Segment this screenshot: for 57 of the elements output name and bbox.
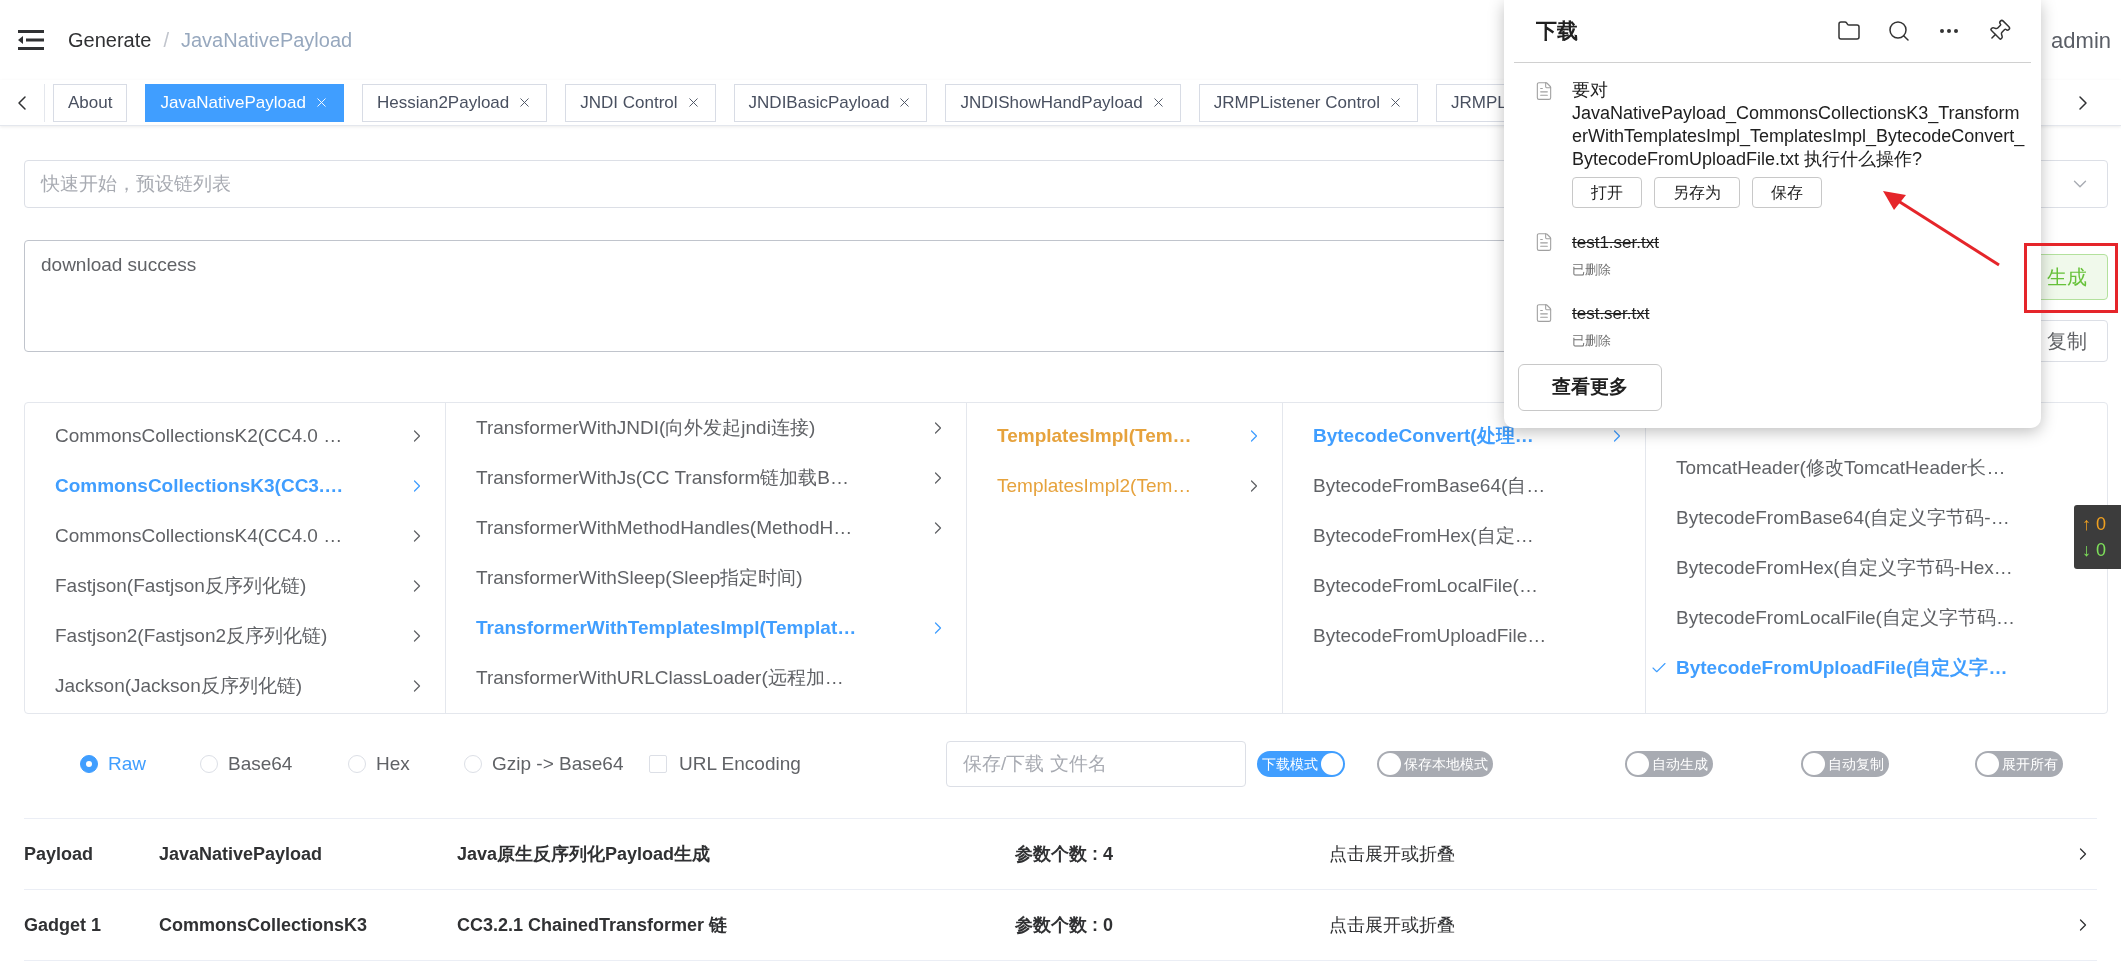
table-cell-text: Payload <box>24 842 95 866</box>
cascader-option[interactable]: TomcatHeader(修改TomcatHeader长… <box>1646 443 2066 493</box>
see-more-button[interactable]: 查看更多 <box>1518 364 1662 411</box>
url-encoding-checkbox[interactable]: URL Encoding <box>649 749 809 779</box>
cascader-option[interactable]: TransformerWithSleep(Sleep指定时间) <box>446 553 966 603</box>
cascader-option[interactable]: CommonsCollectionsK4(CC4.0 … <box>25 511 445 561</box>
cascader-option[interactable]: BytecodeFromHex(自定义字节码-Hex… <box>1646 543 2066 593</box>
cascader-option[interactable]: Fastjson2(Fastjson2反序列化链) <box>25 611 445 661</box>
file-icon <box>1534 301 1554 325</box>
breadcrumb-separator: / <box>163 28 169 53</box>
folder-icon[interactable] <box>1837 19 1861 43</box>
table-cell-text: JavaNativePayload <box>159 842 324 866</box>
breadcrumb-item: JavaNativePayload <box>180 28 353 53</box>
cascader-option[interactable]: TransformerWithURLClassLoader(远程加… <box>446 653 966 703</box>
cascader-option[interactable]: BytecodeFromUploadFile… <box>1283 611 1645 661</box>
speed-widget: ↑ 0 ↓ 0 <box>2074 505 2121 569</box>
table-cell[interactable]: 点击展开或折叠 <box>1329 840 1455 868</box>
panel-title: 下载 <box>1536 18 1578 45</box>
file-icon <box>1534 230 1554 254</box>
table-cell-text: 参数个数 : 4 <box>1015 842 1114 866</box>
tab[interactable]: JRMPListener Control <box>1198 83 1419 122</box>
download-action-button[interactable]: 保存 <box>1752 177 1822 208</box>
tab[interactable]: About <box>53 83 128 122</box>
cascader-option[interactable]: BytecodeFromLocalFile(… <box>1283 561 1645 611</box>
table-cell-text: Gadget 1 <box>24 913 103 937</box>
cascader-option[interactable]: Jackson(Jackson反序列化链) <box>25 661 445 711</box>
download-action-button[interactable]: 另存为 <box>1654 177 1740 208</box>
cascader-option[interactable]: BytecodeFromBase64(自定义字节码-… <box>1646 493 2066 543</box>
breadcrumb-item[interactable]: Generate <box>68 25 152 55</box>
cascader-option[interactable]: TransformerWithJNDI(向外发起jndi连接) <box>446 403 966 453</box>
tab[interactable]: JNDIBasicPayload <box>733 83 928 122</box>
search-icon[interactable] <box>1887 19 1911 43</box>
table-cell-text: CC3.2.1 ChainedTransformer 链 <box>457 913 729 937</box>
download-action-button[interactable]: 打开 <box>1572 177 1642 208</box>
file-status: 已删除 <box>1572 260 1612 279</box>
cascader-option[interactable]: BytecodeFromLocalFile(自定义字节码… <box>1646 593 2066 643</box>
tab[interactable]: JNDIShowHandPayload <box>945 83 1181 122</box>
cascader-option[interactable]: CommonsCollectionsK2(CC4.0 … <box>25 411 445 461</box>
table-cell[interactable]: 点击展开或折叠 <box>1329 911 1455 939</box>
tab[interactable]: JNDI Control <box>565 83 716 122</box>
table-cell-text: 参数个数 : 0 <box>1015 913 1114 937</box>
encoding-radio[interactable]: Gzip -> Base64 <box>464 749 649 779</box>
cascader-option[interactable]: TransformerWithMethodHandles(MethodH… <box>446 503 966 553</box>
user-name[interactable]: admin <box>2051 23 2111 57</box>
table-cell-text: Java原生反序列化Payload生成 <box>457 842 712 866</box>
file-status: 已删除 <box>1572 331 1612 350</box>
cascader-option[interactable]: BytecodeFromHex(自定… <box>1283 511 1645 561</box>
file-name[interactable]: test.ser.txt <box>1572 301 1650 327</box>
encoding-radio[interactable]: Hex <box>348 749 464 779</box>
cascader-option[interactable]: Fastjson(Fastjson反序列化链) <box>25 561 445 611</box>
table-cell-text: CommonsCollectionsK3 <box>159 913 369 937</box>
file-icon <box>1534 79 1554 103</box>
encoding-radio[interactable]: Base64 <box>200 749 348 779</box>
cascader-option[interactable]: BytecodeFromBase64(自… <box>1283 461 1645 511</box>
menu-icon[interactable] <box>18 29 44 51</box>
cascader-option[interactable]: TransformerWithJs(CC Transform链加载B… <box>446 453 966 503</box>
tab[interactable]: Hessian2Payload <box>361 83 548 122</box>
